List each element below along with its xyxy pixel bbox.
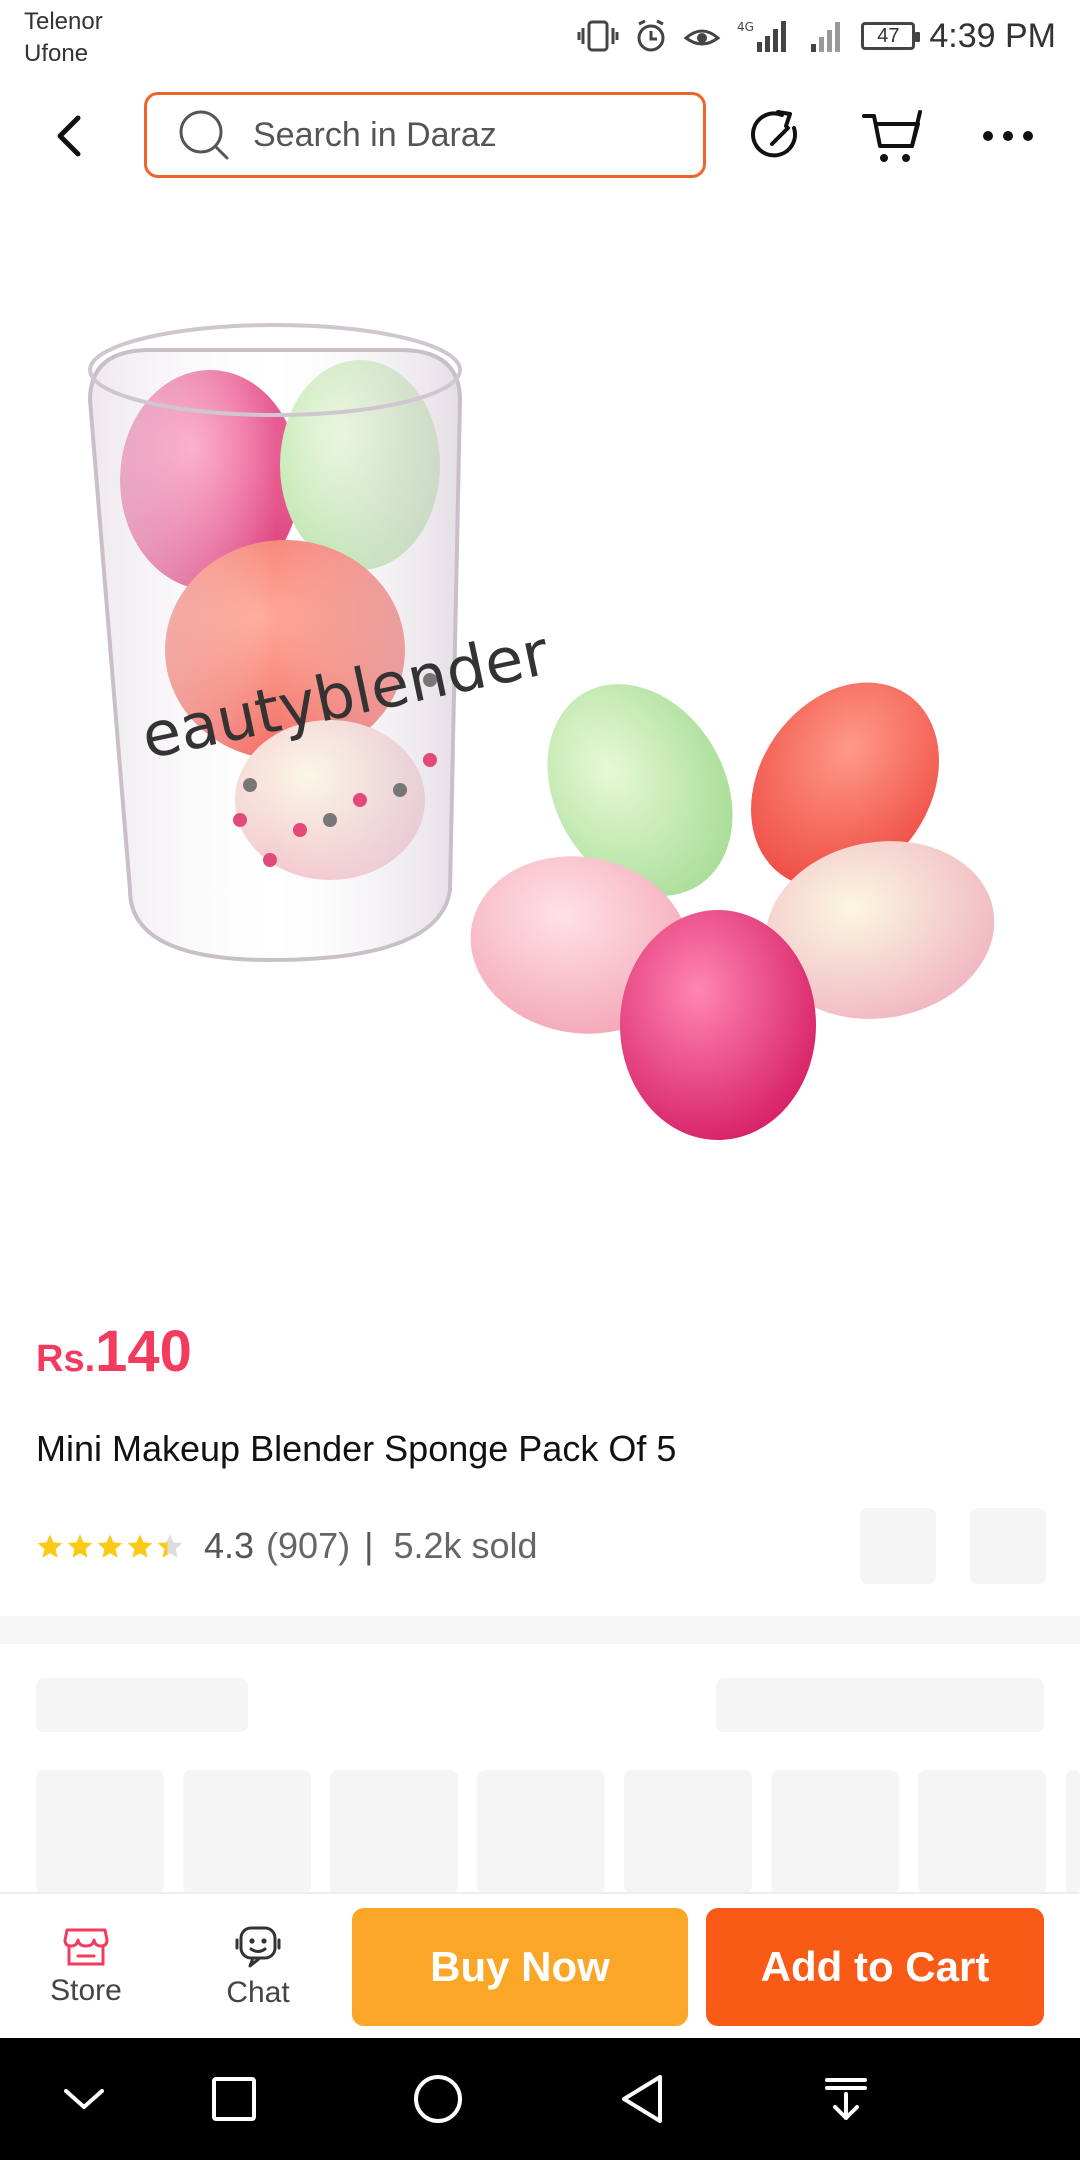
status-icons: 4G 47 4:39 PM — [577, 14, 1056, 58]
share-icon — [751, 110, 797, 158]
bottom-action-bar: Store Chat Buy Now Add to Cart — [0, 1892, 1080, 2038]
review-count[interactable]: (907) — [266, 1525, 350, 1567]
variant-placeholder — [36, 1770, 164, 1894]
star-icon — [37, 1534, 63, 1558]
notification-pull-button[interactable] — [816, 2069, 876, 2129]
variant-placeholder — [624, 1770, 752, 1894]
product-photo: eautyblender — [87, 323, 995, 1140]
star-icon — [127, 1534, 153, 1558]
variant-placeholder — [918, 1770, 1046, 1894]
more-options-button[interactable] — [974, 102, 1042, 170]
alarm-icon — [633, 18, 669, 54]
cart-icon — [862, 110, 922, 162]
sold-count: 5.2k sold — [393, 1525, 538, 1566]
search-icon — [179, 110, 229, 160]
carrier-2: Ufone — [24, 40, 89, 67]
variant-placeholder — [330, 1770, 458, 1894]
loading-placeholder — [716, 1678, 1044, 1732]
carrier-names: Telenor Ufone — [24, 6, 103, 70]
circle-icon — [414, 2075, 462, 2123]
variant-placeholder — [771, 1770, 899, 1894]
rating-value: 4.3 — [204, 1525, 255, 1566]
eye-comfort-icon — [683, 21, 721, 51]
product-image[interactable]: eautyblender — [0, 200, 1080, 1280]
store-label: Store — [50, 1974, 122, 2007]
star-icon — [97, 1534, 123, 1558]
add-to-cart-button[interactable]: Add to Cart — [706, 1908, 1044, 2026]
section-divider — [0, 1616, 1080, 1644]
separator: | — [364, 1525, 374, 1566]
loading-placeholder — [36, 1678, 248, 1732]
buy-now-button[interactable]: Buy Now — [352, 1908, 688, 2026]
chat-button[interactable]: Chat — [188, 1894, 328, 2040]
home-button[interactable] — [408, 2069, 468, 2129]
chevron-down-icon — [64, 2089, 104, 2109]
variant-placeholder — [1066, 1770, 1080, 1894]
square-icon — [212, 2077, 256, 2121]
rating-row[interactable]: 4.3 (907) | 5.2k sold — [36, 1520, 538, 1572]
triangle-back-icon — [622, 2075, 662, 2123]
recents-button[interactable] — [204, 2069, 264, 2129]
wishlist-placeholder[interactable] — [860, 1508, 936, 1584]
star-half-icon — [157, 1534, 183, 1558]
variant-placeholder — [183, 1770, 311, 1894]
price-amount: 140 — [95, 1319, 192, 1384]
share-placeholder[interactable] — [970, 1508, 1046, 1584]
battery-indicator: 47 — [861, 22, 921, 50]
network-4g-signal-icon: 4G — [735, 18, 793, 54]
chevron-left-icon — [57, 115, 81, 157]
store-icon — [63, 1928, 109, 1966]
hide-nav-button[interactable] — [54, 2069, 114, 2129]
more-icon — [983, 131, 1033, 141]
carrier-1: Telenor — [24, 8, 103, 35]
vibrate-icon — [577, 19, 619, 53]
status-bar: Telenor Ufone 4G 47 4:39 PM — [0, 0, 1080, 80]
top-navigation: Search in Daraz — [0, 88, 1080, 184]
cart-button[interactable] — [858, 102, 926, 170]
pull-down-icon — [825, 2078, 867, 2120]
product-price: Rs. 140 — [36, 1318, 192, 1385]
product-title: Mini Makeup Blender Sponge Pack Of 5 — [36, 1428, 677, 1469]
chat-label: Chat — [226, 1976, 290, 2009]
store-button[interactable]: Store — [16, 1894, 156, 2040]
chat-icon — [235, 1926, 281, 1968]
signal-icon — [807, 18, 847, 54]
variant-placeholder — [477, 1770, 605, 1894]
system-navigation-bar — [0, 2038, 1080, 2160]
search-placeholder: Search in Daraz — [253, 115, 497, 154]
clock-time: 4:39 PM — [929, 16, 1056, 55]
svg-text:4G: 4G — [737, 20, 754, 34]
back-button[interactable] — [42, 108, 98, 164]
star-icon — [67, 1534, 93, 1558]
search-input[interactable]: Search in Daraz — [144, 92, 706, 178]
price-currency: Rs. — [36, 1338, 96, 1380]
share-button[interactable] — [744, 102, 812, 170]
back-nav-button[interactable] — [612, 2069, 672, 2129]
rating-stars — [36, 1532, 184, 1560]
